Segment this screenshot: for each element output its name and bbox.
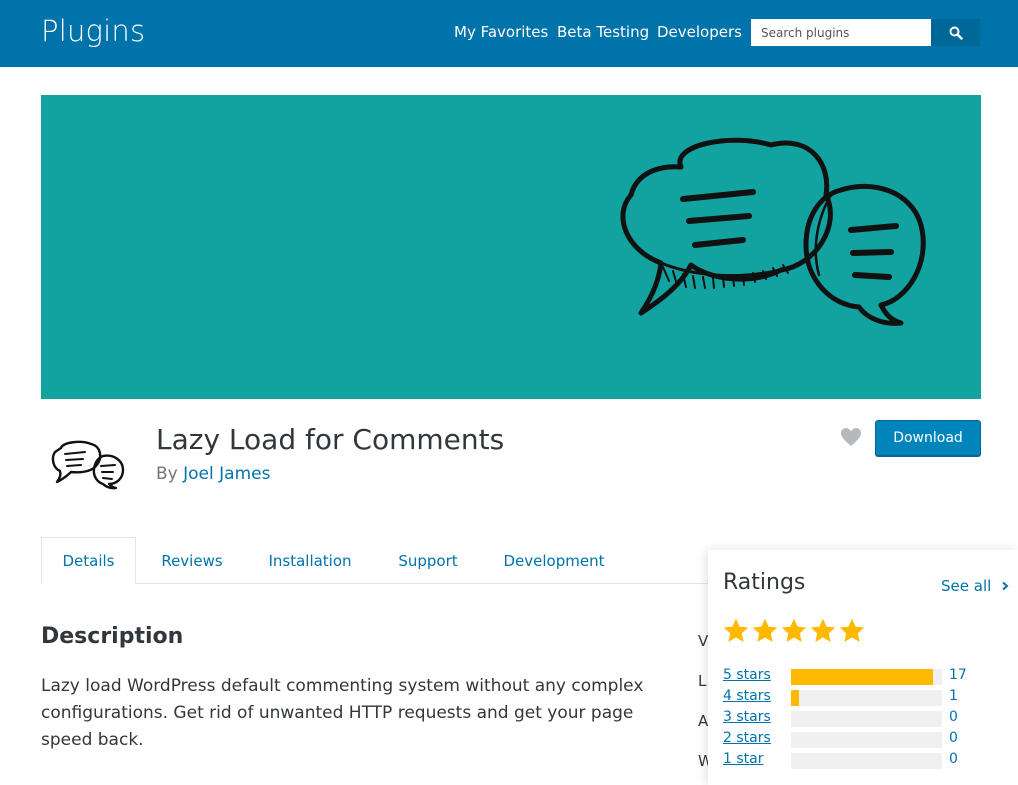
search-icon: [949, 26, 963, 40]
plugin-banner: [41, 95, 981, 399]
plugin-icon: [41, 428, 136, 498]
rating-row-2: 2 stars 0: [723, 730, 1013, 748]
rating-bar-fill: [791, 690, 800, 706]
site-brand[interactable]: Plugins: [41, 14, 145, 48]
rating-label-3-stars[interactable]: 3 stars: [723, 709, 771, 725]
rating-count-4: 1: [949, 688, 958, 704]
description-heading: Description: [41, 624, 184, 649]
rating-row-4: 4 stars 1: [723, 688, 1013, 706]
rating-bar-fill: [791, 669, 933, 685]
rating-count-2: 0: [949, 730, 958, 746]
tab-installation[interactable]: Installation: [256, 537, 364, 584]
star-icon: [810, 618, 836, 642]
search-input[interactable]: [751, 19, 931, 46]
star-icon: [781, 618, 807, 642]
plugin-tabs: Details Reviews Installation Support Dev…: [41, 537, 741, 585]
meta-label-3: A: [698, 712, 709, 730]
rating-bar-4: [791, 690, 942, 706]
rating-label-4-stars[interactable]: 4 stars: [723, 688, 771, 704]
see-all-ratings-link[interactable]: See all: [941, 577, 1010, 595]
rating-row-5: 5 stars 17: [723, 667, 1013, 685]
rating-count-5: 17: [949, 667, 967, 683]
byline-prefix: By: [156, 464, 178, 484]
plugin-byline: By Joel James: [156, 464, 270, 484]
rating-bar-5: [791, 669, 942, 685]
nav-beta-testing[interactable]: Beta Testing: [557, 23, 649, 41]
rating-count-1: 0: [949, 751, 958, 767]
tab-details[interactable]: Details: [41, 537, 136, 585]
rating-label-5-stars[interactable]: 5 stars: [723, 667, 771, 683]
site-header: Plugins My Favorites Beta Testing Develo…: [0, 0, 1018, 67]
rating-count-3: 0: [949, 709, 958, 725]
search-button[interactable]: [931, 19, 980, 46]
tab-development[interactable]: Development: [493, 537, 615, 584]
download-button[interactable]: Download: [875, 420, 981, 456]
search-form: [751, 19, 980, 46]
rating-bar-2: [791, 732, 942, 748]
meta-label-1: V: [698, 632, 709, 650]
chat-bubbles-illustration: [620, 137, 926, 326]
rating-bar-3: [791, 711, 942, 727]
rating-label-1-star[interactable]: 1 star: [723, 751, 763, 767]
ratings-panel: Ratings See all 5 stars 17 4 stars 1 3 s…: [708, 550, 1018, 785]
nav-developers[interactable]: Developers: [657, 23, 742, 41]
plugin-title: Lazy Load for Comments: [156, 423, 505, 456]
star-icon: [723, 618, 749, 642]
nav-my-favorites[interactable]: My Favorites: [454, 23, 548, 41]
see-all-label: See all: [941, 577, 992, 595]
description-text: Lazy load WordPress default commenting s…: [41, 676, 644, 750]
rating-label-2-stars[interactable]: 2 stars: [723, 730, 771, 746]
author-link[interactable]: Joel James: [183, 464, 270, 484]
star-icon: [839, 618, 865, 642]
star-icon: [752, 618, 778, 642]
heart-icon: [841, 428, 861, 446]
rating-row-1: 1 star 0: [723, 751, 1013, 769]
rating-row-3: 3 stars 0: [723, 709, 1013, 727]
rating-bar-1: [791, 753, 942, 769]
tab-support[interactable]: Support: [384, 537, 472, 584]
ratings-title: Ratings: [723, 570, 806, 595]
meta-label-2: L: [698, 672, 707, 690]
chat-bubbles-icon: [51, 440, 125, 490]
chevron-right-icon: [1002, 581, 1009, 591]
tab-reviews[interactable]: Reviews: [146, 537, 238, 584]
favorite-button[interactable]: [840, 427, 862, 447]
star-rating: [722, 617, 866, 645]
